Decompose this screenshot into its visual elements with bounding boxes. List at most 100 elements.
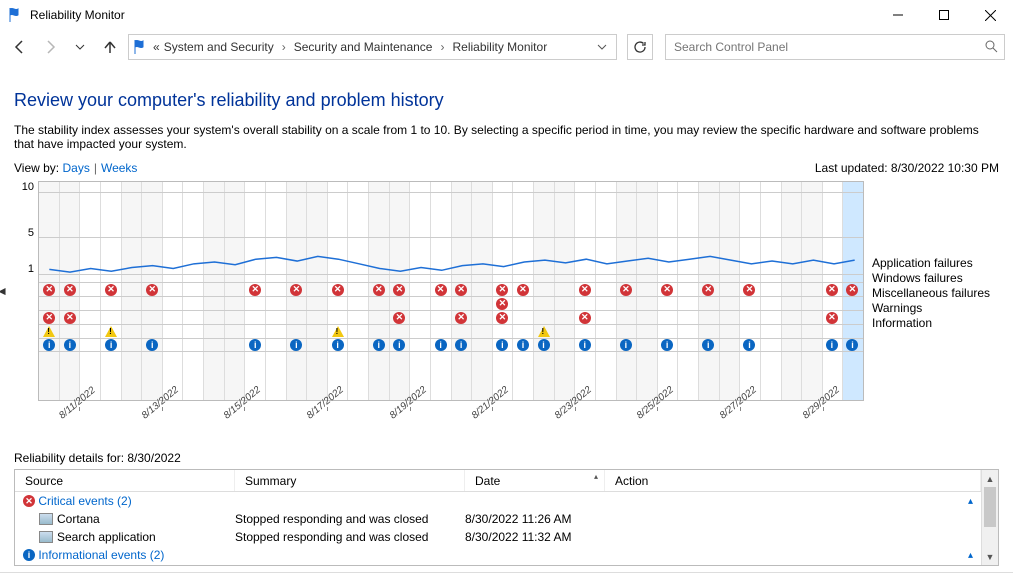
breadcrumb-item[interactable]: Reliability Monitor: [452, 40, 547, 54]
info-icon: i: [702, 339, 714, 351]
collapse-icon[interactable]: ▴: [968, 550, 973, 561]
info-icon: i: [620, 339, 632, 351]
reliability-chart: ◄ 10 5 1 ✕✕✕✕✕✕✕✕✕✕✕✕✕✕✕✕✕✕✕✕✕✕✕✕✕✕✕✕iii…: [14, 181, 999, 401]
breadcrumb-item[interactable]: System and Security: [164, 40, 274, 54]
error-icon: ✕: [702, 284, 714, 296]
cell-summary: Stopped responding and was closed: [235, 512, 465, 526]
chevron-right-icon: [278, 40, 290, 54]
info-icon: i: [846, 339, 858, 351]
error-icon: ✕: [826, 284, 838, 296]
search-box[interactable]: [665, 34, 1005, 60]
event-row-information: iiiiiiiiiiiiiiiiiiiii: [39, 338, 863, 352]
event-row-miscellaneous_failures: ✕✕✕✕✕✕✕: [39, 310, 863, 324]
error-icon: ✕: [43, 284, 55, 296]
table-row[interactable]: Cortana Stopped responding and was close…: [15, 510, 981, 528]
error-icon: ✕: [496, 284, 508, 296]
group-critical-events[interactable]: ✕ Critical events (2) ▴: [15, 492, 981, 510]
error-icon: ✕: [290, 284, 302, 296]
cell-source: Search application: [57, 530, 156, 544]
table-row[interactable]: Search application Stopped responding an…: [15, 528, 981, 546]
footer: Save reliability history... View all pro…: [0, 572, 1013, 581]
details-header: Reliability details for: 8/30/2022: [14, 451, 999, 465]
view-days-link[interactable]: Days: [62, 161, 89, 175]
address-bar[interactable]: « System and Security Security and Maint…: [128, 34, 617, 60]
search-icon[interactable]: [984, 39, 998, 56]
info-icon: i: [661, 339, 673, 351]
forward-button[interactable]: [38, 35, 62, 59]
error-icon: ✕: [579, 312, 591, 324]
nav-row: « System and Security Security and Maint…: [0, 30, 1013, 64]
refresh-button[interactable]: [627, 34, 653, 60]
chevron-right-icon: [436, 40, 448, 54]
page-description: The stability index assesses your system…: [14, 123, 999, 151]
info-icon: i: [517, 339, 529, 351]
info-icon: i: [393, 339, 405, 351]
info-icon: i: [496, 339, 508, 351]
y-axis-labels: 10 5 1: [14, 181, 38, 401]
breadcrumb-item[interactable]: Security and Maintenance: [294, 40, 433, 54]
title-bar: Reliability Monitor: [0, 0, 1013, 30]
error-icon: ✕: [517, 284, 529, 296]
error-icon: ✕: [43, 312, 55, 324]
error-icon: ✕: [64, 284, 76, 296]
column-date[interactable]: Date ▴: [465, 470, 605, 491]
error-icon: ✕: [620, 284, 632, 296]
breadcrumb-prefix[interactable]: «: [153, 40, 160, 54]
flag-icon: [8, 7, 24, 23]
error-icon: ✕: [846, 284, 858, 296]
back-button[interactable]: [8, 35, 32, 59]
up-button[interactable]: [98, 35, 122, 59]
info-icon: i: [64, 339, 76, 351]
column-summary[interactable]: Summary: [235, 470, 465, 491]
event-row-windows_failures: ✕: [39, 296, 863, 310]
error-icon: ✕: [455, 284, 467, 296]
chevron-down-icon[interactable]: [592, 42, 612, 52]
info-icon: i: [23, 549, 35, 561]
group-informational-events[interactable]: i Informational events (2) ▴: [15, 546, 981, 564]
info-icon: i: [455, 339, 467, 351]
flag-icon: [133, 39, 149, 55]
warning-icon: [43, 326, 55, 337]
scroll-up-button[interactable]: ▲: [982, 470, 998, 487]
legend-warnings: Warnings: [872, 301, 999, 316]
collapse-icon[interactable]: ▴: [968, 496, 973, 507]
cell-source: Cortana: [57, 512, 100, 526]
search-input[interactable]: [672, 39, 984, 55]
info-icon: i: [290, 339, 302, 351]
error-icon: ✕: [64, 312, 76, 324]
recent-dropdown[interactable]: [68, 35, 92, 59]
app-icon: [39, 531, 53, 543]
error-icon: ✕: [579, 284, 591, 296]
legend-misc-failures: Miscellaneous failures: [872, 286, 999, 301]
sort-asc-icon: ▴: [594, 472, 598, 481]
error-icon: ✕: [373, 284, 385, 296]
vertical-scrollbar[interactable]: ▲ ▼: [981, 470, 998, 565]
error-icon: ✕: [393, 284, 405, 296]
view-weeks-link[interactable]: Weeks: [101, 161, 137, 175]
maximize-button[interactable]: [921, 0, 967, 30]
info-icon: i: [146, 339, 158, 351]
legend-win-failures: Windows failures: [872, 271, 999, 286]
error-icon: ✕: [661, 284, 673, 296]
cell-summary: Stopped responding and was closed: [235, 530, 465, 544]
chart-scroll-left[interactable]: ◄: [0, 284, 8, 298]
error-icon: ✕: [455, 312, 467, 324]
minimize-button[interactable]: [875, 0, 921, 30]
window-title: Reliability Monitor: [30, 8, 125, 22]
scrollbar-thumb[interactable]: [984, 487, 996, 527]
column-source[interactable]: Source: [15, 470, 235, 491]
error-icon: ✕: [146, 284, 158, 296]
error-icon: ✕: [249, 284, 261, 296]
info-icon: i: [249, 339, 261, 351]
app-icon: [39, 513, 53, 525]
close-button[interactable]: [967, 0, 1013, 30]
x-axis-dates: 8/11/20228/13/20228/15/20228/17/20228/19…: [38, 407, 864, 451]
info-icon: i: [435, 339, 447, 351]
column-action[interactable]: Action: [605, 470, 981, 491]
details-table: Source Summary Date ▴ Action ✕ Critical e…: [14, 469, 999, 566]
event-row-application_failures: ✕✕✕✕✕✕✕✕✕✕✕✕✕✕✕✕✕✕✕✕: [39, 282, 863, 296]
warning-icon: [105, 326, 117, 337]
chart-area[interactable]: ✕✕✕✕✕✕✕✕✕✕✕✕✕✕✕✕✕✕✕✕✕✕✕✕✕✕✕✕iiiiiiiiiiii…: [38, 181, 864, 401]
scroll-down-button[interactable]: ▼: [982, 548, 998, 565]
column-date-label: Date: [475, 474, 500, 488]
